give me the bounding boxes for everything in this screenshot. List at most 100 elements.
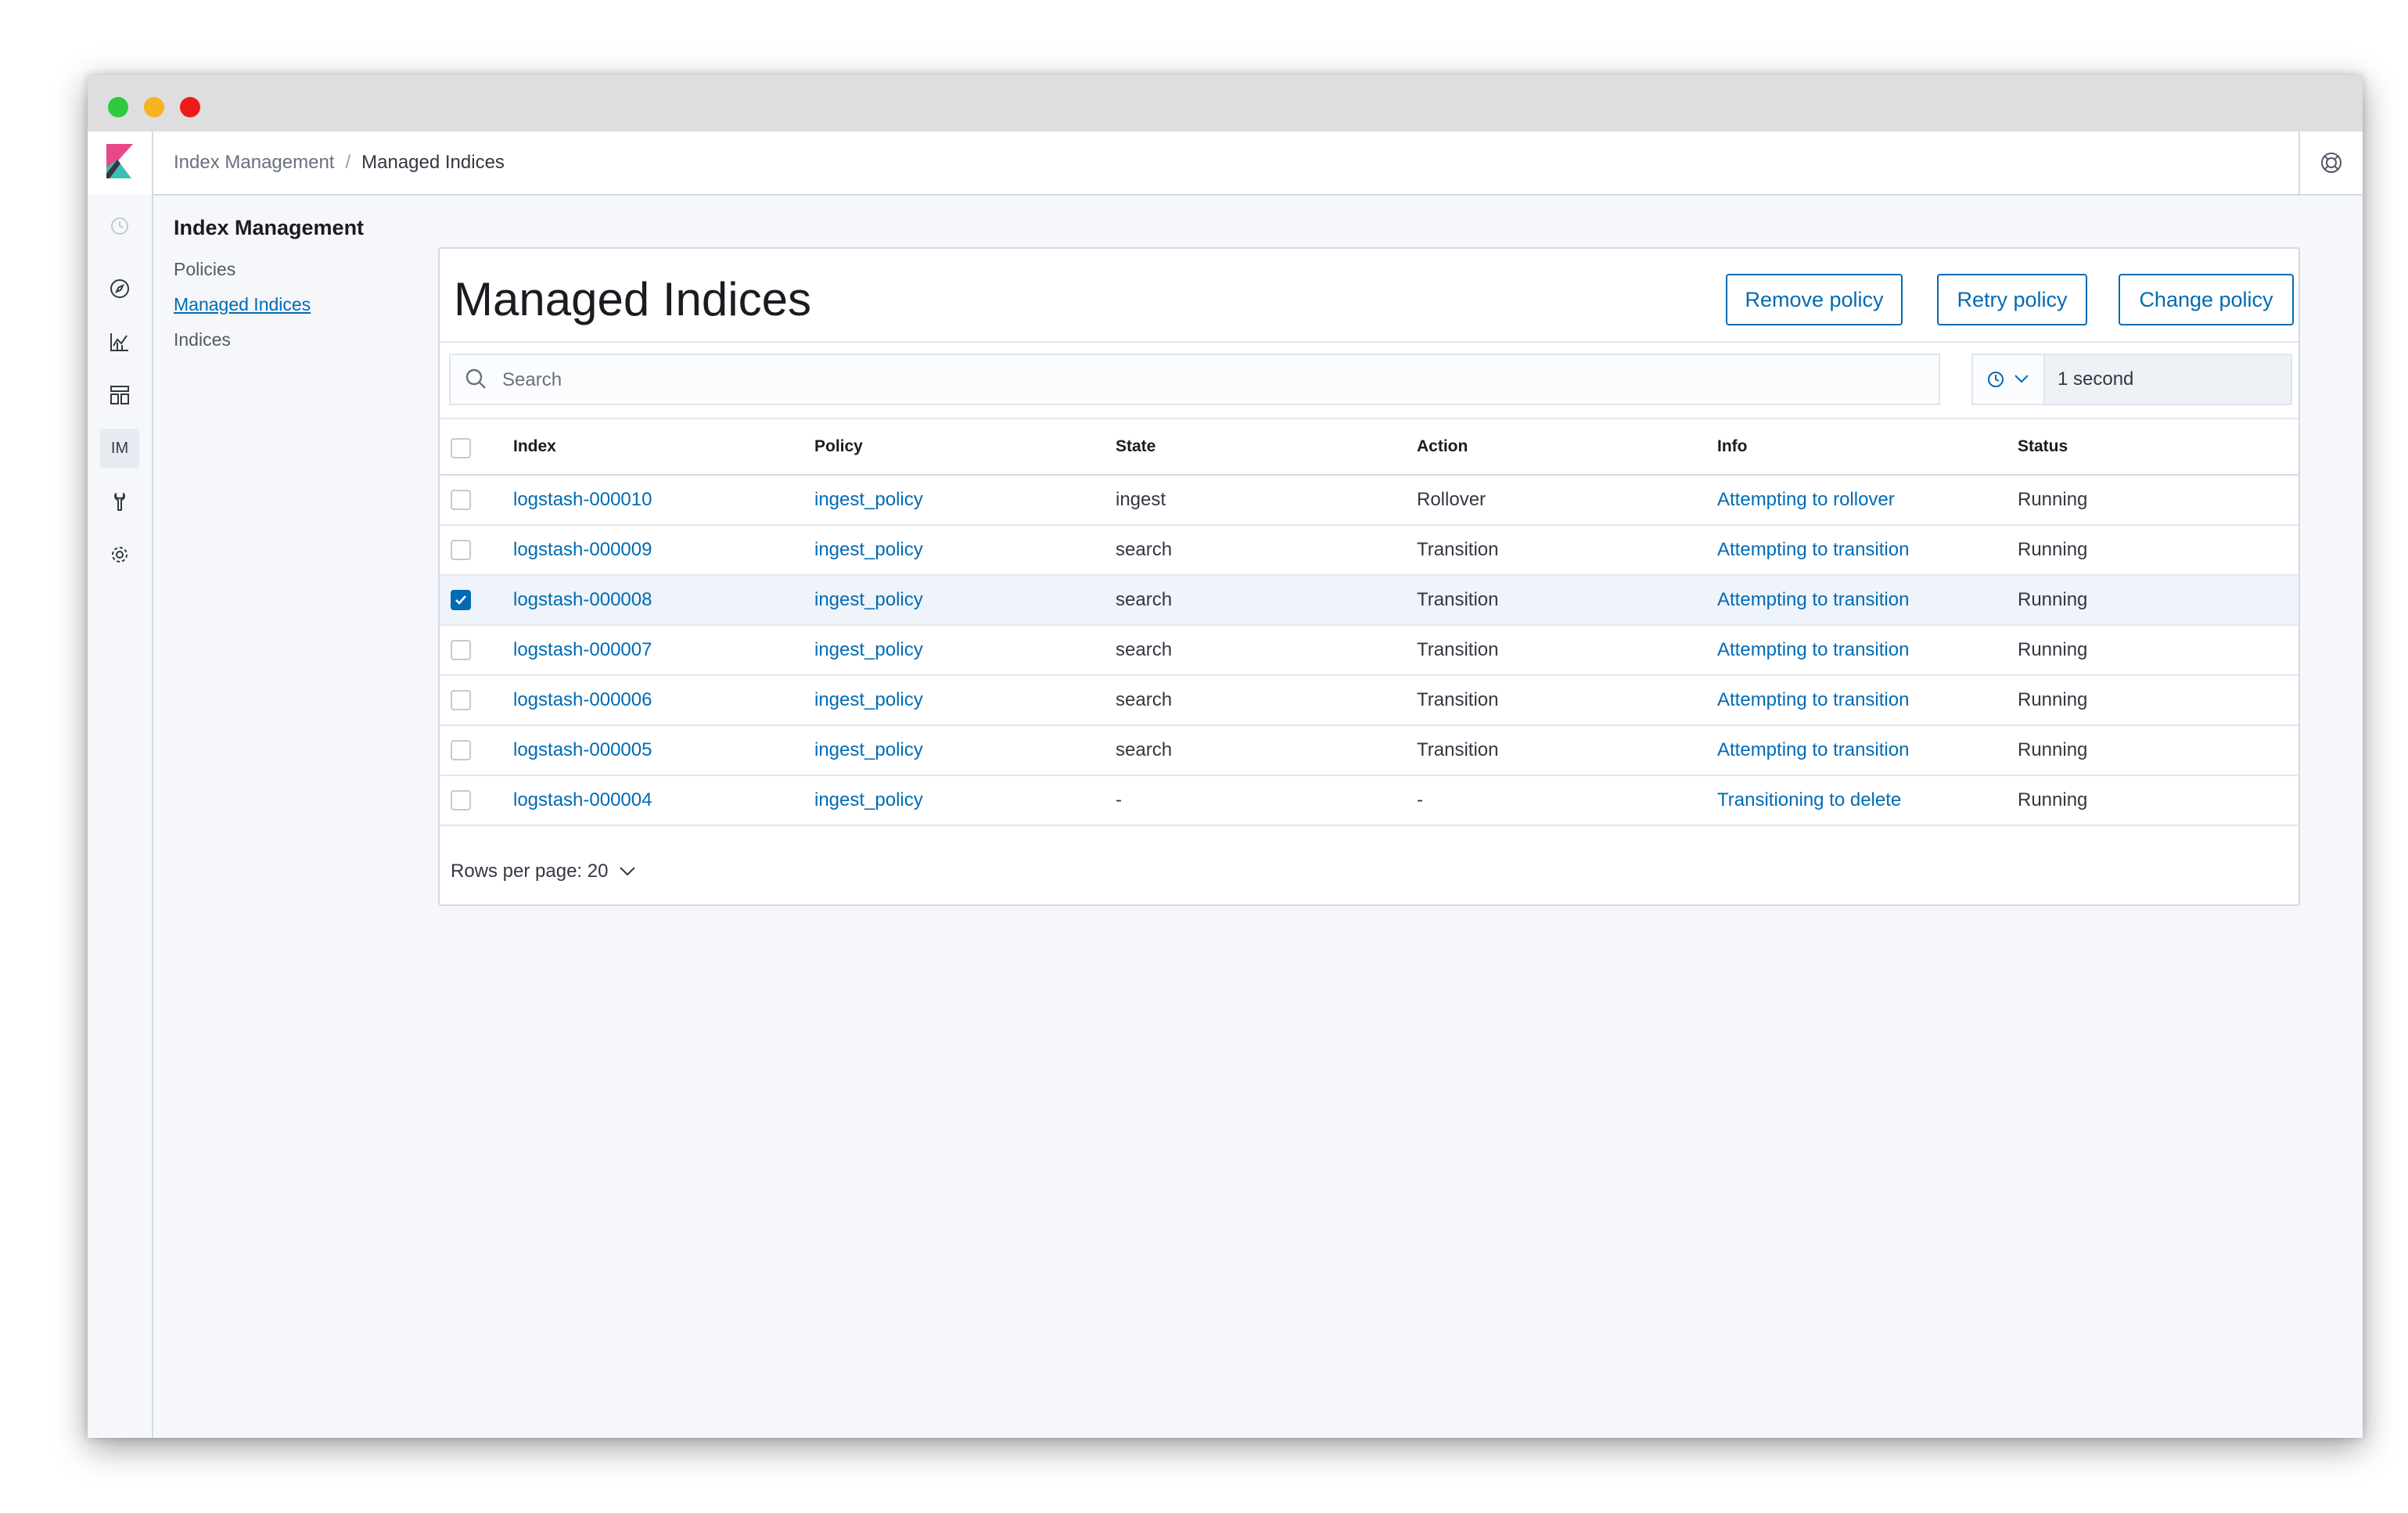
breadcrumb-index-management[interactable]: Index Management	[174, 152, 334, 174]
state-cell: -	[1116, 789, 1122, 810]
refresh-interval-value[interactable]: 1 second	[2058, 355, 2133, 404]
breadcrumb-managed-indices: Managed Indices	[361, 152, 505, 173]
policy-link[interactable]: ingest_policy	[814, 726, 923, 774]
column-header-action[interactable]: Action	[1417, 419, 1468, 474]
column-header-status[interactable]: Status	[2018, 419, 2068, 474]
column-header-info[interactable]: Info	[1717, 419, 1747, 474]
state-cell: ingest	[1116, 489, 1166, 510]
status-cell: Running	[2018, 789, 2088, 810]
policy-link[interactable]: ingest_policy	[814, 526, 923, 574]
recently-viewed-nav[interactable]	[100, 207, 139, 246]
info-link[interactable]: Attempting to transition	[1717, 676, 1909, 724]
index-link[interactable]: logstash-000004	[513, 776, 652, 825]
subnav-item-policies[interactable]: Policies	[174, 259, 377, 280]
dashboard-nav[interactable]	[100, 376, 139, 415]
window-close-button[interactable]	[180, 97, 200, 117]
info-link[interactable]: Attempting to transition	[1717, 576, 1909, 624]
table-row: logstash-000005 ingest_policy search Tra…	[440, 726, 2298, 776]
kibana-logo-icon	[106, 144, 133, 178]
action-cell: Transition	[1417, 689, 1499, 710]
index-link[interactable]: logstash-000010	[513, 476, 652, 524]
management-nav[interactable]	[100, 535, 139, 574]
index-link[interactable]: logstash-000008	[513, 576, 652, 624]
managed-indices-panel: Managed Indices Remove policy Retry poli…	[438, 247, 2300, 906]
info-link[interactable]: Attempting to transition	[1717, 626, 1909, 674]
info-link[interactable]: Attempting to transition	[1717, 526, 1909, 574]
index-link[interactable]: logstash-000006	[513, 676, 652, 724]
kibana-logo[interactable]	[88, 131, 153, 194]
action-cell: Rollover	[1417, 489, 1486, 510]
policy-link[interactable]: ingest_policy	[814, 776, 923, 825]
wrench-icon	[114, 493, 125, 511]
state-cell: search	[1116, 539, 1173, 560]
side-nav: IM	[88, 194, 153, 1438]
index-link[interactable]: logstash-000007	[513, 626, 652, 674]
row-checkbox[interactable]	[451, 740, 471, 760]
search-icon	[465, 368, 486, 389]
rows-per-page-label: Rows per page: 20	[451, 861, 609, 882]
table-row: logstash-000009 ingest_policy search Tra…	[440, 526, 2298, 576]
search-input[interactable]	[501, 363, 1928, 397]
status-cell: Running	[2018, 639, 2088, 660]
action-cell: -	[1417, 789, 1423, 810]
index-management-nav[interactable]: IM	[100, 429, 139, 468]
help-menu-button[interactable]	[2298, 131, 2363, 194]
change-policy-button[interactable]: Change policy	[2119, 274, 2294, 325]
discover-nav[interactable]	[100, 269, 139, 308]
table-row: logstash-000008 ingest_policy search Tra…	[440, 576, 2298, 626]
rows-per-page-selector[interactable]: Rows per page: 20	[451, 856, 636, 887]
window-maximize-button[interactable]	[108, 97, 128, 117]
row-checkbox[interactable]	[451, 490, 471, 510]
row-checkbox[interactable]	[451, 590, 471, 610]
info-link[interactable]: Attempting to rollover	[1717, 476, 1895, 524]
column-header-state[interactable]: State	[1116, 419, 1155, 474]
table-row: logstash-000004 ingest_policy - - Transi…	[440, 776, 2298, 826]
dashboard-icon	[110, 386, 129, 404]
status-cell: Running	[2018, 689, 2088, 710]
policy-link[interactable]: ingest_policy	[814, 676, 923, 724]
clock-icon	[111, 217, 128, 235]
index-link[interactable]: logstash-000009	[513, 526, 652, 574]
action-cell: Transition	[1417, 589, 1499, 610]
info-link[interactable]: Transitioning to delete	[1717, 776, 1901, 825]
dev-tools-nav[interactable]	[100, 482, 139, 521]
chevron-down-icon	[620, 867, 636, 876]
index-link[interactable]: logstash-000005	[513, 726, 652, 774]
select-all-checkbox[interactable]	[451, 438, 471, 458]
refresh-interval-toggle[interactable]	[1973, 355, 2045, 404]
title-bar	[88, 75, 2363, 131]
subnav-item-indices[interactable]: Indices	[174, 329, 377, 350]
row-checkbox[interactable]	[451, 690, 471, 710]
action-cell: Transition	[1417, 739, 1499, 760]
app-window: Index Management / Managed Indices IM In…	[88, 75, 2363, 1438]
column-header-policy[interactable]: Policy	[814, 419, 863, 474]
subnav-item-managed-indices[interactable]: Managed Indices	[174, 294, 377, 315]
policy-link[interactable]: ingest_policy	[814, 576, 923, 624]
compass-icon	[110, 279, 129, 298]
row-checkbox[interactable]	[451, 540, 471, 560]
row-checkbox[interactable]	[451, 790, 471, 810]
gear-icon	[112, 547, 128, 562]
action-cell: Transition	[1417, 639, 1499, 660]
info-link[interactable]: Attempting to transition	[1717, 726, 1909, 774]
policy-link[interactable]: ingest_policy	[814, 626, 923, 674]
table-row: logstash-000010 ingest_policy ingest Rol…	[440, 476, 2298, 526]
row-checkbox[interactable]	[451, 640, 471, 660]
check-icon	[455, 595, 466, 605]
column-header-index[interactable]: Index	[513, 419, 556, 474]
im-icon: IM	[110, 439, 129, 457]
search-box	[449, 354, 1940, 405]
visualize-nav[interactable]	[100, 322, 139, 361]
status-cell: Running	[2018, 589, 2088, 610]
table-row: logstash-000007 ingest_policy search Tra…	[440, 626, 2298, 676]
remove-policy-button[interactable]: Remove policy	[1726, 274, 1903, 325]
subnav-title: Index Management	[174, 216, 365, 239]
policy-link[interactable]: ingest_policy	[814, 476, 923, 524]
page-title: Managed Indices	[454, 273, 811, 325]
lifebuoy-icon	[2321, 153, 2342, 173]
window-minimize-button[interactable]	[144, 97, 164, 117]
table-header: Index Policy State Action Info Status	[440, 419, 2298, 476]
retry-policy-button[interactable]: Retry policy	[1937, 274, 2087, 325]
table-row: logstash-000006 ingest_policy search Tra…	[440, 676, 2298, 726]
state-cell: search	[1116, 689, 1173, 710]
